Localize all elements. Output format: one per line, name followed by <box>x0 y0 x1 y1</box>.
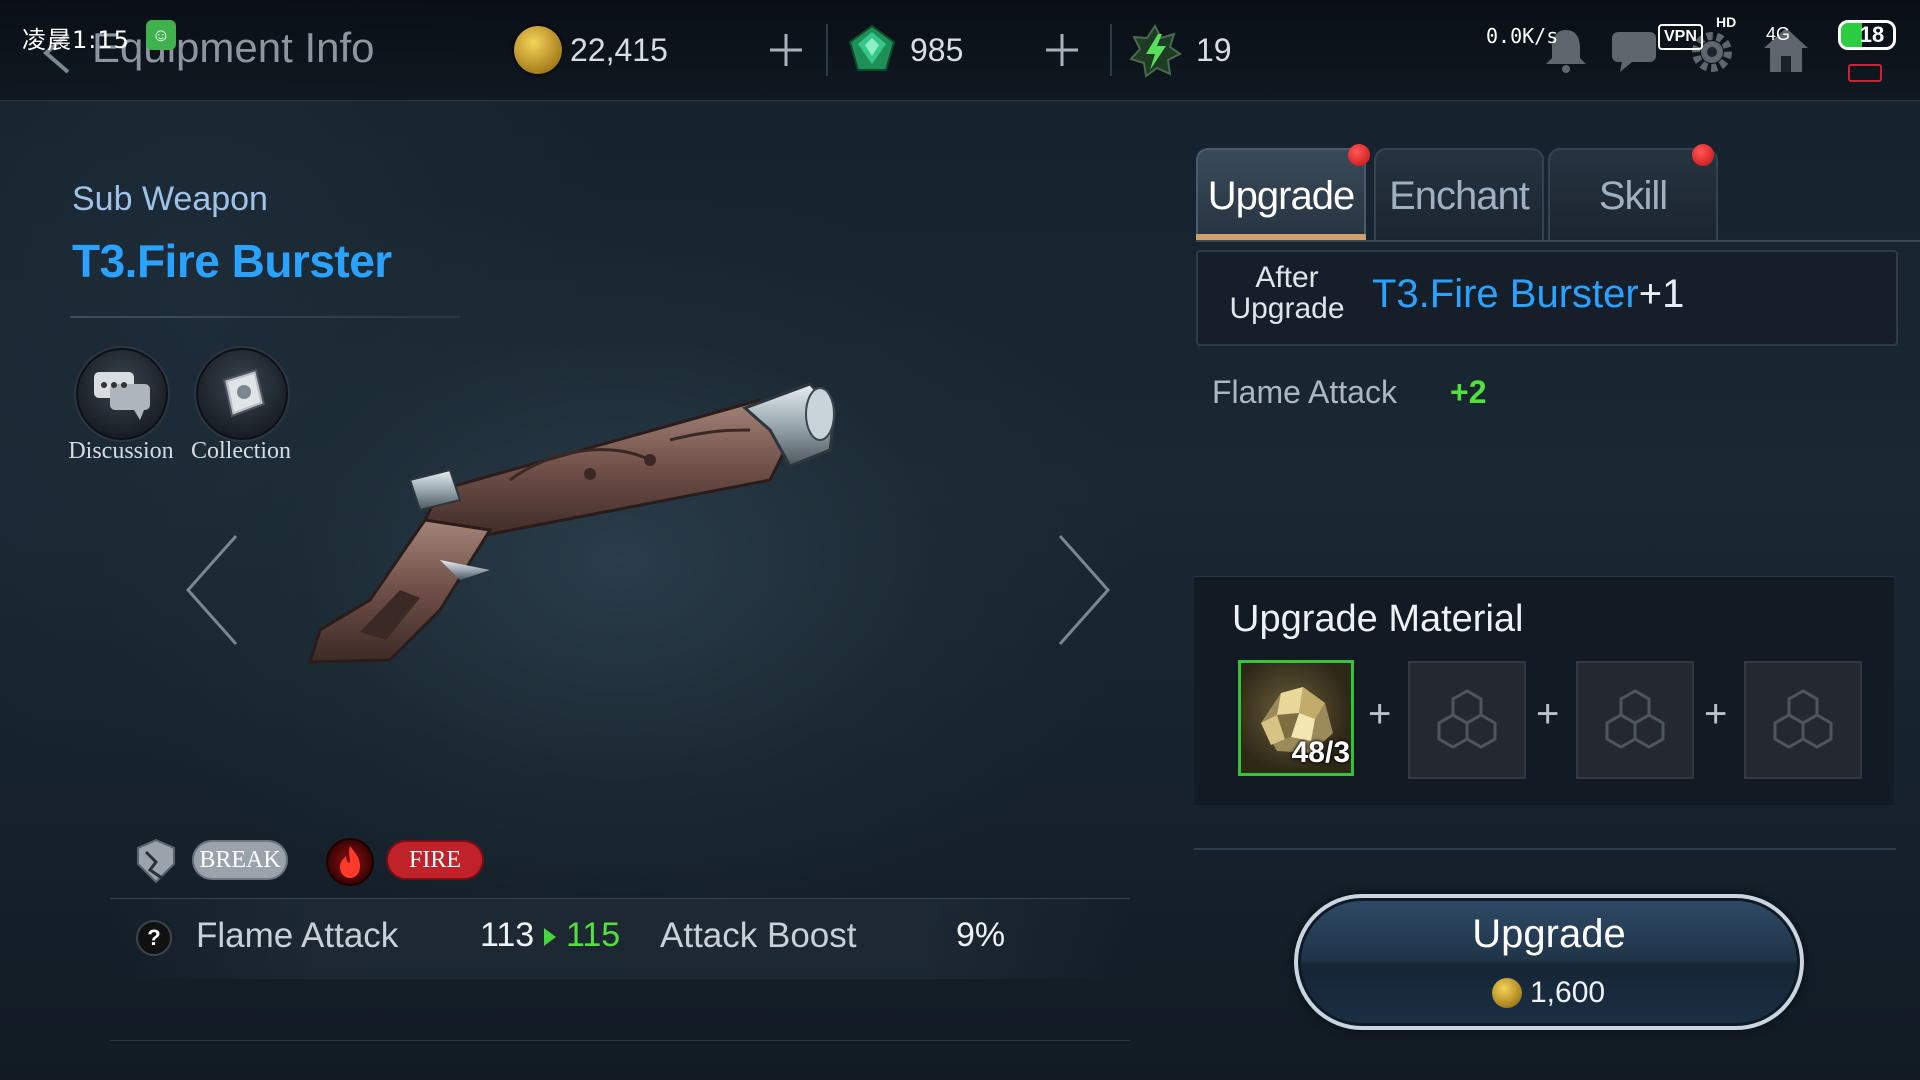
resource-separator <box>1110 24 1112 76</box>
material-slot-empty[interactable] <box>1576 661 1694 779</box>
fire-icon <box>326 838 374 886</box>
collection-label: Collection <box>191 438 291 464</box>
app-notification-icon: ☺ <box>146 20 176 50</box>
hd-indicator: HD <box>1716 14 1737 30</box>
energy-lightning-icon <box>1129 24 1182 78</box>
active-tab-indicator <box>1196 234 1366 240</box>
notification-dot <box>1348 144 1370 166</box>
gold-amount: 22,415 <box>570 32 668 68</box>
divider <box>110 1040 1130 1041</box>
tab-enchant[interactable]: Enchant <box>1374 148 1544 240</box>
status-time: 凌晨1:15 <box>22 26 130 54</box>
upgrade-material-title: Upgrade Material <box>1232 598 1524 640</box>
boost-name: Attack Boost <box>660 916 857 955</box>
help-icon[interactable]: ? <box>136 920 172 956</box>
stat-name: Flame Attack <box>196 916 399 955</box>
green-gem-icon <box>848 24 896 71</box>
material-slot-empty[interactable] <box>1408 661 1526 779</box>
divider <box>1194 848 1896 850</box>
network-type: 4G <box>1766 24 1791 44</box>
divider <box>70 316 460 318</box>
discussion-button[interactable] <box>76 348 168 440</box>
stat-old-value: 113 <box>480 916 535 954</box>
stat-new-value: 115 <box>566 916 621 954</box>
fire-tag: FIRE <box>386 840 484 880</box>
add-gems-button[interactable] <box>1042 30 1082 70</box>
plus-icon: + <box>1368 692 1392 736</box>
gold-coin-icon <box>1492 978 1522 1008</box>
bonus-stat-name: Flame Attack <box>1212 374 1397 410</box>
book-icon <box>222 368 266 418</box>
chat-bubbles-icon <box>94 372 150 420</box>
after-upgrade-label: After Upgrade <box>1229 261 1345 325</box>
empty-slot-icon <box>1773 689 1833 749</box>
gem-amount: 985 <box>910 32 964 68</box>
empty-slot-icon <box>1437 689 1497 749</box>
tab-upgrade[interactable]: Upgrade <box>1196 148 1366 240</box>
stat-increase-arrow-icon <box>544 928 556 946</box>
boost-value: 9% <box>956 916 1006 954</box>
plus-icon: + <box>1704 692 1728 736</box>
next-arrow-icon[interactable] <box>1046 530 1116 650</box>
empty-slot-icon <box>1605 689 1665 749</box>
add-gold-button[interactable] <box>766 30 806 70</box>
bonus-stat-value: +2 <box>1450 374 1487 410</box>
break-tag: BREAK <box>192 840 288 880</box>
after-upgrade-name: T3.Fire Burster+1 <box>1372 272 1684 317</box>
chat-icon[interactable] <box>1608 24 1660 76</box>
after-upgrade-item-name: T3.Fire Burster <box>1372 272 1639 316</box>
energy-amount: 19 <box>1196 32 1232 68</box>
collection-button[interactable] <box>196 348 288 440</box>
weapon-image <box>307 382 837 664</box>
tab-skill[interactable]: Skill <box>1548 148 1718 240</box>
break-icon <box>137 838 175 884</box>
upgrade-button-label: Upgrade <box>1472 912 1626 956</box>
network-speed: 0.0K/s <box>1486 24 1559 48</box>
item-subtype: Sub Weapon <box>72 180 268 218</box>
vpn-badge: VPN <box>1658 24 1703 50</box>
upgrade-cost: 1,600 <box>1530 976 1606 1009</box>
low-battery-icon <box>1848 64 1882 82</box>
notification-dot <box>1692 144 1714 166</box>
gold-coin-icon <box>514 26 562 74</box>
page-title: Equipment Info <box>92 24 375 71</box>
previous-arrow-icon[interactable] <box>180 530 250 650</box>
plus-icon: + <box>1536 692 1560 736</box>
material-count: 48/3 <box>1291 736 1350 769</box>
material-slot-empty[interactable] <box>1744 661 1862 779</box>
after-upgrade-level: +1 <box>1638 272 1685 316</box>
battery-level: 18 <box>1859 22 1885 47</box>
discussion-label: Discussion <box>68 438 174 464</box>
resource-separator <box>826 24 828 76</box>
item-name: T3.Fire Burster <box>72 235 392 287</box>
